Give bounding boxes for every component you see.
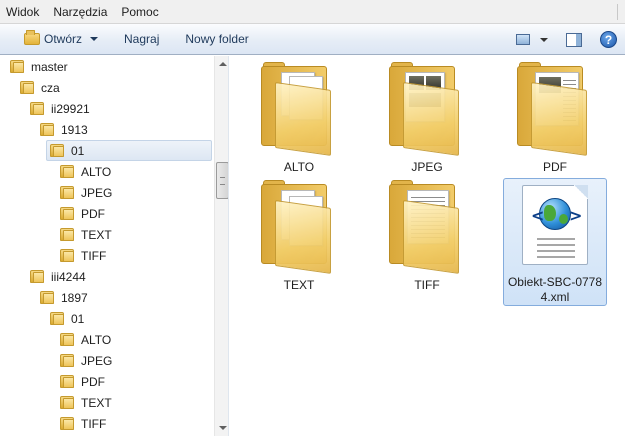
navigation-tree: master cza ii29921 1913 01 ALTO JPEG PDF TEXT TIF… <box>0 56 229 436</box>
tree-item-label: TEXT <box>81 227 112 242</box>
scroll-up-icon[interactable] <box>219 62 227 66</box>
tree-item-label: TIFF <box>81 416 107 431</box>
tree-item-label: ii29921 <box>51 101 90 116</box>
chevron-down-icon[interactable] <box>90 37 99 41</box>
tree-item-iii4244[interactable]: iii4244 <box>30 266 86 287</box>
folder-icon <box>50 144 64 157</box>
folder-item-text[interactable]: TEXT <box>247 178 351 306</box>
folder-icon <box>10 60 24 73</box>
scroll-down-icon[interactable] <box>219 426 227 430</box>
folder-icon <box>40 291 54 304</box>
folder-label: ALTO <box>283 160 315 174</box>
folder-icon <box>60 186 74 199</box>
file-label-line2: 4.xml <box>540 290 570 304</box>
file-item-xml[interactable]: < > Obiekt-SBC-0778 4.xml <box>503 178 607 306</box>
folder-icon <box>517 62 589 156</box>
new-folder-label: Nowy folder <box>185 32 249 46</box>
folder-open-icon <box>24 30 40 45</box>
tree-item-label: PDF <box>81 374 105 389</box>
command-bar: Otwórz Nagraj Nowy folder ? <box>0 24 625 55</box>
tree-item-master[interactable]: master <box>10 56 68 77</box>
scroll-thumb[interactable] <box>216 162 228 199</box>
tree-item-label: TIFF <box>81 248 107 263</box>
tree-item-jpeg[interactable]: JPEG <box>60 350 112 371</box>
burn-label: Nagraj <box>124 32 160 46</box>
file-label-line1: Obiekt-SBC-0778 <box>507 275 603 289</box>
folder-icon <box>30 102 44 115</box>
view-options-chevron-icon[interactable] <box>540 37 548 42</box>
folder-icon <box>60 417 74 430</box>
folder-item-pdf[interactable]: PDF <box>503 60 607 188</box>
tree-item-label: JPEG <box>81 185 113 200</box>
menu-bar: Widok Narzędzia Pomoc <box>0 0 625 24</box>
folder-icon <box>60 333 74 346</box>
new-folder-button[interactable]: Nowy folder <box>179 27 254 51</box>
tree-item-alto[interactable]: ALTO <box>60 161 111 182</box>
tree-item-label: cza <box>41 80 60 95</box>
tree-item-label: ALTO <box>81 164 112 179</box>
tree-item-text[interactable]: TEXT <box>60 392 112 413</box>
folder-icon <box>60 396 74 409</box>
folder-icon <box>30 270 44 283</box>
folder-label: PDF <box>543 160 567 174</box>
folder-icon <box>60 249 74 262</box>
folder-icon <box>50 312 64 325</box>
tree-item-tiff[interactable]: TIFF <box>60 413 106 434</box>
tree-item-label: PDF <box>81 206 105 221</box>
tree-item-label: JPEG <box>81 353 113 368</box>
folder-icon <box>60 165 74 178</box>
tree-item-01[interactable]: 01 <box>46 140 212 161</box>
folder-icon <box>60 207 74 220</box>
tree-item-label: 1913 <box>61 122 88 137</box>
xml-file-icon: < > <box>522 185 588 265</box>
tree-item-label: TEXT <box>81 395 112 410</box>
folder-icon <box>60 354 74 367</box>
tree-item-cza[interactable]: cza <box>20 77 60 98</box>
folder-icon <box>60 375 74 388</box>
folder-icon <box>261 180 333 274</box>
tree-item-jpeg[interactable]: JPEG <box>60 182 112 203</box>
tree-item-ii29921[interactable]: ii29921 <box>30 98 90 119</box>
tree-item-1897[interactable]: 1897 <box>40 287 88 308</box>
change-view-icon[interactable] <box>516 34 530 45</box>
window-edge <box>617 4 625 20</box>
folder-label: TIFF <box>414 278 440 292</box>
burn-button[interactable]: Nagraj <box>118 27 165 51</box>
menu-tools[interactable]: Narzędzia <box>49 1 111 23</box>
tree-item-text[interactable]: TEXT <box>60 224 112 245</box>
tree-item-label: 01 <box>71 143 85 158</box>
tree-item-label: iii4244 <box>51 269 86 284</box>
tree-item-label: ALTO <box>81 332 112 347</box>
file-list: ALTO JPEG PDF TEXT TIFF < > Obiekt-SBC-0… <box>231 56 625 436</box>
folder-icon <box>60 228 74 241</box>
folder-icon <box>389 62 461 156</box>
folder-icon <box>261 62 333 156</box>
menu-help[interactable]: Pomoc <box>117 1 162 23</box>
tree-item-tiff[interactable]: TIFF <box>60 245 106 266</box>
preview-pane-icon[interactable] <box>566 32 582 47</box>
help-icon[interactable]: ? <box>600 31 617 48</box>
tree-item-1913[interactable]: 1913 <box>40 119 88 140</box>
folder-item-tiff[interactable]: TIFF <box>375 178 479 306</box>
tree-item-label: 01 <box>71 311 85 326</box>
tree-item-01[interactable]: 01 <box>50 308 84 329</box>
tree-item-alto[interactable]: ALTO <box>60 329 111 350</box>
tree-item-label: 1897 <box>61 290 88 305</box>
tree-item-label: master <box>31 59 68 74</box>
open-label: Otwórz <box>44 32 83 46</box>
tree-item-pdf[interactable]: PDF <box>60 203 105 224</box>
open-button[interactable]: Otwórz <box>18 27 104 51</box>
folder-label: TEXT <box>283 278 315 292</box>
tree-item-pdf[interactable]: PDF <box>60 371 105 392</box>
tree-scrollbar[interactable] <box>214 56 228 436</box>
folder-item-alto[interactable]: ALTO <box>247 60 351 188</box>
folder-icon <box>20 81 34 94</box>
folder-label: JPEG <box>411 160 443 174</box>
menu-view[interactable]: Widok <box>2 1 43 23</box>
folder-icon <box>389 180 461 274</box>
folder-icon <box>40 123 54 136</box>
folder-item-jpeg[interactable]: JPEG <box>375 60 479 188</box>
